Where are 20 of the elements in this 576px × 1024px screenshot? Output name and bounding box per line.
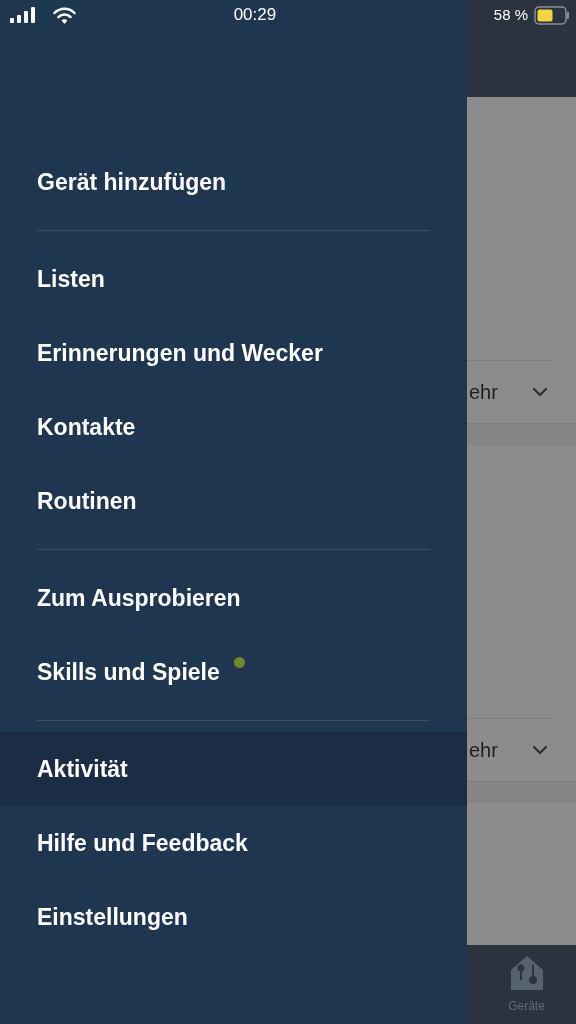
menu-item[interactable]: Listen [0, 242, 467, 316]
chevron-down-icon [532, 745, 548, 755]
more-button[interactable]: ehr [467, 719, 576, 781]
battery-icon [534, 5, 570, 25]
menu-item[interactable]: Einstellungen [0, 880, 467, 954]
menu-item[interactable]: Hilfe und Feedback [0, 806, 467, 880]
menu-item[interactable]: Kontakte [0, 390, 467, 464]
menu-item[interactable]: Gerät hinzufügen [0, 145, 467, 219]
wifi-icon [53, 6, 76, 24]
menu-item[interactable]: Zum Ausprobieren [0, 561, 467, 635]
battery-percentage: 58 % [493, 4, 528, 25]
more-button[interactable]: ehr [467, 361, 576, 423]
menu-item[interactable]: Skills und Spiele [0, 635, 467, 709]
status-time: 00:29 [232, 4, 278, 27]
menu-item[interactable]: Aktivität [0, 732, 467, 806]
menu-item[interactable]: Routinen [0, 464, 467, 538]
signal-icon [10, 7, 36, 23]
menu-item[interactable]: Erinnerungen und Wecker [0, 316, 467, 390]
home-controls-icon [509, 954, 544, 991]
chevron-down-icon [532, 387, 548, 397]
